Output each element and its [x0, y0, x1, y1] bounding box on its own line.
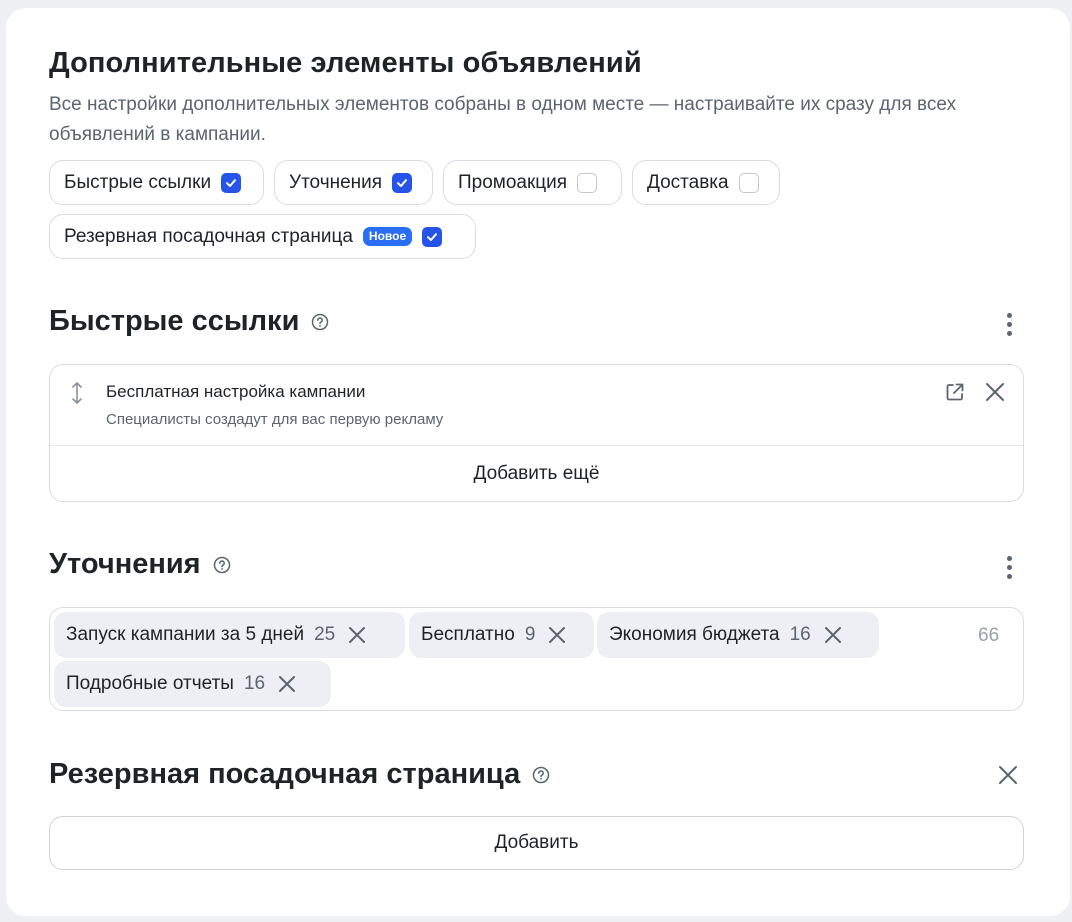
help-icon[interactable] [213, 556, 231, 574]
checkbox-checked[interactable] [392, 172, 413, 193]
remove-link-icon[interactable] [984, 381, 1006, 408]
toggle-label: Уточнения [289, 171, 383, 193]
remove-tag-icon[interactable] [347, 625, 367, 645]
callout-tag: Подробные отчеты 16 [54, 661, 331, 707]
quick-link-title: Бесплатная настройка кампании [106, 382, 366, 401]
toggle-label: Доставка [647, 171, 729, 193]
callouts-input[interactable]: Запуск кампании за 5 дней 25 Бесплатно 9… [49, 607, 1024, 711]
checkbox-unchecked[interactable] [738, 172, 759, 193]
open-external-icon[interactable] [944, 381, 966, 408]
tag-text: Экономия бюджета [609, 624, 780, 645]
toggle-quick-links[interactable]: Быстрые ссылки [49, 160, 264, 205]
tag-count: 16 [243, 673, 266, 694]
toggle-label: Промоакция [458, 171, 568, 193]
check-icon [397, 178, 408, 187]
section-title-text: Быстрые ссылки [49, 305, 300, 337]
checkbox-checked[interactable] [221, 172, 242, 193]
ad-extensions-card: Дополнительные элементы объявлений Все н… [6, 8, 1070, 916]
tag-text: Запуск кампании за 5 дней [66, 624, 305, 645]
remove-tag-icon[interactable] [823, 625, 843, 645]
tag-count: 25 [314, 624, 336, 645]
callouts-title: Уточнения [49, 548, 231, 581]
tag-text: Подробные отчеты [66, 673, 234, 694]
toggle-label: Быстрые ссылки [64, 171, 212, 193]
new-badge: Новое [362, 227, 413, 246]
add-more-link-button[interactable]: Добавить ещё [50, 446, 1023, 501]
close-section-icon[interactable] [997, 764, 1019, 791]
quick-links-more-icon[interactable] [997, 308, 1021, 340]
quick-links-title: Быстрые ссылки [49, 305, 329, 338]
add-fallback-page-button[interactable]: Добавить [49, 816, 1024, 870]
remove-tag-icon[interactable] [547, 625, 567, 645]
tag-text: Бесплатно [421, 624, 515, 645]
check-icon [226, 178, 237, 187]
fallback-page-title: Резервная посадочная страница [49, 758, 550, 791]
check-icon [427, 232, 438, 241]
quick-link-description: Специалисты создадут для вас первую рекл… [106, 411, 444, 428]
remaining-chars: 66 [978, 625, 1000, 646]
page-title: Дополнительные элементы объявлений [49, 47, 642, 79]
tag-count: 16 [789, 624, 811, 645]
toggle-fallback-page[interactable]: Резервная посадочная страница Новое [49, 214, 476, 259]
drag-handle-icon[interactable] [70, 381, 84, 410]
help-icon[interactable] [532, 766, 550, 784]
toggle-callouts[interactable]: Уточнения [274, 160, 433, 205]
callout-tag: Бесплатно 9 [409, 612, 594, 658]
callouts-more-icon[interactable] [997, 551, 1021, 583]
callout-tag: Экономия бюджета 16 [597, 612, 879, 658]
callout-tag: Запуск кампании за 5 дней 25 [54, 612, 405, 658]
checkbox-checked[interactable] [422, 226, 443, 247]
toggle-promo[interactable]: Промоакция [443, 160, 622, 205]
remove-tag-icon[interactable] [277, 674, 297, 694]
section-title-text: Уточнения [49, 548, 201, 580]
section-title-text: Резервная посадочная страница [49, 758, 521, 790]
help-icon[interactable] [311, 313, 329, 331]
toggle-delivery[interactable]: Доставка [632, 160, 780, 205]
quick-links-list: Бесплатная настройка кампании Специалист… [49, 364, 1024, 502]
checkbox-unchecked[interactable] [577, 172, 598, 193]
tag-count: 9 [524, 624, 536, 645]
toggle-label: Резервная посадочная страница [64, 225, 353, 247]
page-description: Все настройки дополнительных элементов с… [49, 94, 957, 145]
